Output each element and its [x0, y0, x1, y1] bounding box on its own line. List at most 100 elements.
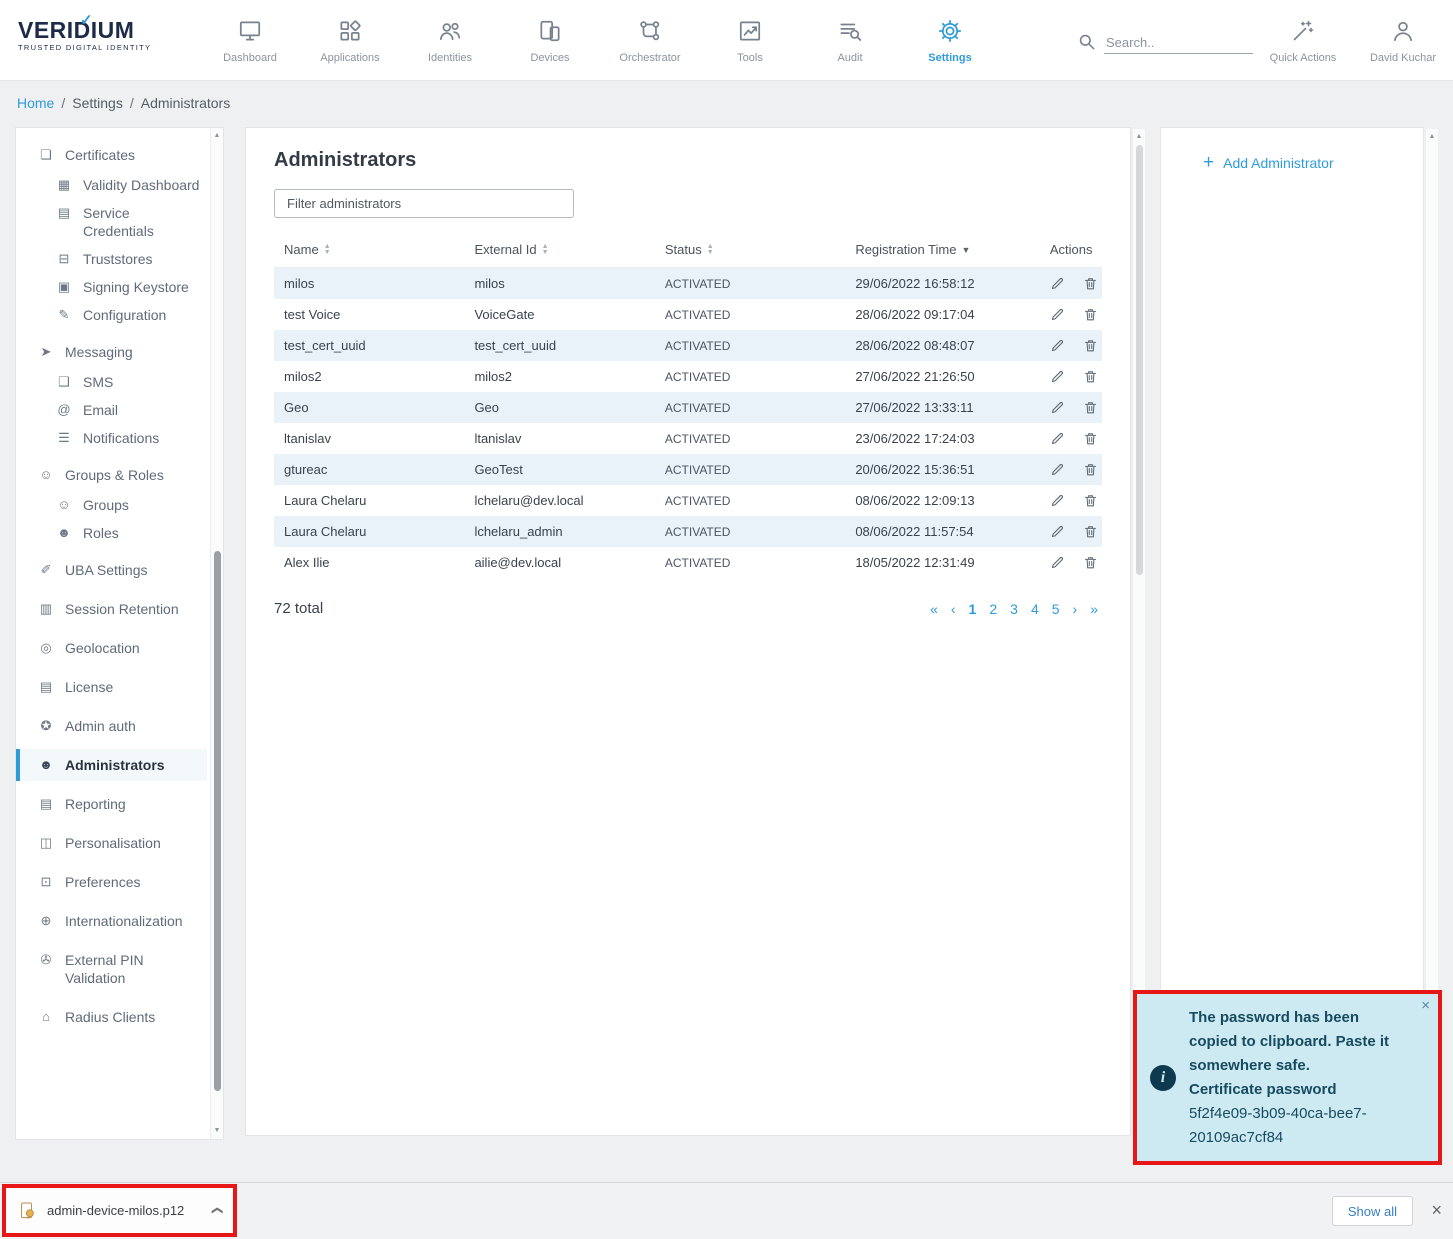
main-scrollbar[interactable]: ▲ ▼: [1132, 129, 1145, 1135]
nav-item-dashboard[interactable]: Dashboard: [200, 0, 300, 80]
scroll-up-icon[interactable]: ▲: [1133, 132, 1145, 142]
nav-item-tools[interactable]: Tools: [700, 0, 800, 80]
sidebar-item-validity-dashboard[interactable]: ▦Validity Dashboard: [16, 171, 207, 199]
nav-item-identities[interactable]: Identities: [400, 0, 500, 80]
sidebar-item-sms[interactable]: ❑SMS: [16, 368, 207, 396]
edit-icon[interactable]: [1050, 369, 1065, 384]
settings-icon: [937, 18, 963, 44]
sidebar-scrollbar-thumb[interactable]: [214, 551, 221, 1091]
sidebar-item-administrators[interactable]: ☻Administrators: [16, 749, 207, 781]
delete-icon[interactable]: [1083, 462, 1098, 477]
edit-icon[interactable]: [1050, 555, 1065, 570]
search-input[interactable]: [1104, 32, 1253, 54]
sidebar-item-radius-clients[interactable]: ⌂Radius Clients: [16, 1001, 207, 1033]
filter-administrators-input[interactable]: [274, 189, 574, 218]
sidebar-item-groups[interactable]: ☺Groups: [16, 491, 207, 519]
scroll-down-icon[interactable]: ▼: [211, 1126, 223, 1136]
page-number-3[interactable]: 3: [1010, 601, 1018, 617]
page-number-1[interactable]: 1: [969, 601, 977, 617]
next-page-icon[interactable]: ›: [1073, 601, 1078, 617]
previous-page-icon[interactable]: ‹: [951, 601, 956, 617]
delete-icon[interactable]: [1083, 369, 1098, 384]
sidebar-item-groups-roles[interactable]: ☺Groups & Roles: [16, 459, 207, 491]
chevron-up-icon[interactable]: ❯: [210, 1206, 223, 1215]
sidebar-item-messaging[interactable]: ➤Messaging: [16, 336, 207, 368]
user-menu[interactable]: David Kuchar: [1353, 0, 1453, 80]
edit-icon[interactable]: [1050, 338, 1065, 353]
email-icon: @: [56, 401, 72, 419]
sidebar-item-notifications[interactable]: ☰Notifications: [16, 424, 207, 452]
breadcrumb-home[interactable]: Home: [17, 95, 54, 111]
sidebar-item-license[interactable]: ▤License: [16, 671, 207, 703]
page-scrollbar[interactable]: ▲ ▼: [1425, 129, 1438, 1135]
delete-icon[interactable]: [1083, 493, 1098, 508]
sidebar-item-preferences[interactable]: ⊡Preferences: [16, 866, 207, 898]
sidebar-item-label: Truststores: [83, 250, 153, 268]
sidebar-item-personalisation[interactable]: ◫Personalisation: [16, 827, 207, 859]
column-header-external-id[interactable]: External Id▲▼: [464, 233, 654, 268]
sidebar-item-session-retention[interactable]: ▥Session Retention: [16, 593, 207, 625]
last-page-icon[interactable]: »: [1090, 601, 1098, 617]
brand-logo[interactable]: VERIDIUM ✓ TRUSTED DIGITAL IDENTITY: [0, 0, 190, 80]
table-row: ltanislavltanislavACTIVATED23/06/2022 17…: [274, 423, 1102, 454]
sidebar-item-configuration[interactable]: ✎Configuration: [16, 301, 207, 329]
delete-icon[interactable]: [1083, 400, 1098, 415]
column-header-name[interactable]: Name▲▼: [274, 233, 464, 268]
delete-icon[interactable]: [1083, 555, 1098, 570]
page-number-2[interactable]: 2: [989, 601, 997, 617]
sidebar-item-label: Notifications: [83, 429, 159, 447]
sidebar-item-signing-keystore[interactable]: ▣Signing Keystore: [16, 273, 207, 301]
sidebar-item-admin-auth[interactable]: ✪Admin auth: [16, 710, 207, 742]
edit-icon[interactable]: [1050, 276, 1065, 291]
sidebar-scrollbar[interactable]: ▲ ▼: [210, 128, 223, 1139]
edit-icon[interactable]: [1050, 307, 1065, 322]
sidebar-item-reporting[interactable]: ▤Reporting: [16, 788, 207, 820]
sidebar-item-truststores[interactable]: ⊟Truststores: [16, 245, 207, 273]
download-bar-close-icon[interactable]: ×: [1431, 1199, 1442, 1221]
add-administrator-button[interactable]: + Add Administrator: [1161, 128, 1423, 171]
column-header-status[interactable]: Status▲▼: [655, 233, 845, 268]
page-number-5[interactable]: 5: [1052, 601, 1060, 617]
breadcrumb-settings[interactable]: Settings: [72, 95, 123, 111]
scroll-up-icon[interactable]: ▲: [211, 131, 223, 141]
table-row: milosmilosACTIVATED29/06/2022 16:58:12: [274, 268, 1102, 300]
delete-icon[interactable]: [1083, 524, 1098, 539]
download-item[interactable]: admin-device-milos.p12 ❯: [6, 1201, 233, 1220]
nav-item-orchestrator[interactable]: Orchestrator: [600, 0, 700, 80]
sidebar-item-external-pin-validation[interactable]: ✇External PIN Validation: [16, 944, 207, 994]
nav-item-settings[interactable]: Settings: [900, 0, 1000, 80]
page-number-4[interactable]: 4: [1031, 601, 1039, 617]
edit-icon[interactable]: [1050, 400, 1065, 415]
sidebar-item-service-credentials[interactable]: ▤Service Credentials: [16, 199, 207, 245]
nav-item-audit[interactable]: Audit: [800, 0, 900, 80]
edit-icon[interactable]: [1050, 524, 1065, 539]
cell-status: ACTIVATED: [655, 485, 845, 516]
edit-icon[interactable]: [1050, 493, 1065, 508]
show-all-button[interactable]: Show all: [1332, 1196, 1413, 1226]
sidebar-item-label: Admin auth: [65, 717, 136, 735]
toast-close-icon[interactable]: ×: [1421, 997, 1430, 1014]
column-header-registration-time[interactable]: Registration Time▼: [845, 233, 1040, 268]
sidebar-item-uba-settings[interactable]: ✐UBA Settings: [16, 554, 207, 586]
delete-icon[interactable]: [1083, 431, 1098, 446]
sidebar-item-internationalization[interactable]: ⊕Internationalization: [16, 905, 207, 937]
first-page-icon[interactable]: «: [930, 601, 938, 617]
sidebar-item-geolocation[interactable]: ◎Geolocation: [16, 632, 207, 664]
nav-item-applications[interactable]: Applications: [300, 0, 400, 80]
delete-icon[interactable]: [1083, 307, 1098, 322]
primary-nav: DashboardApplicationsIdentitiesDevices Or…: [200, 0, 1000, 80]
main-scrollbar-thumb[interactable]: [1136, 145, 1143, 575]
sidebar-item-roles[interactable]: ☻Roles: [16, 519, 207, 547]
sidebar-item-certificates[interactable]: ❏Certificates: [16, 139, 207, 171]
edit-icon[interactable]: [1050, 431, 1065, 446]
nav-item-devices[interactable]: Devices: [500, 0, 600, 80]
nav-item-label: Orchestrator: [619, 52, 680, 64]
cell-registration-time: 08/06/2022 12:09:13: [845, 485, 1040, 516]
quick-actions-button[interactable]: Quick Actions: [1253, 0, 1353, 80]
scroll-up-icon[interactable]: ▲: [1426, 132, 1438, 142]
edit-icon[interactable]: [1050, 462, 1065, 477]
sidebar-item-label: Service Credentials: [83, 204, 201, 240]
delete-icon[interactable]: [1083, 338, 1098, 353]
delete-icon[interactable]: [1083, 276, 1098, 291]
sidebar-item-email[interactable]: @Email: [16, 396, 207, 424]
